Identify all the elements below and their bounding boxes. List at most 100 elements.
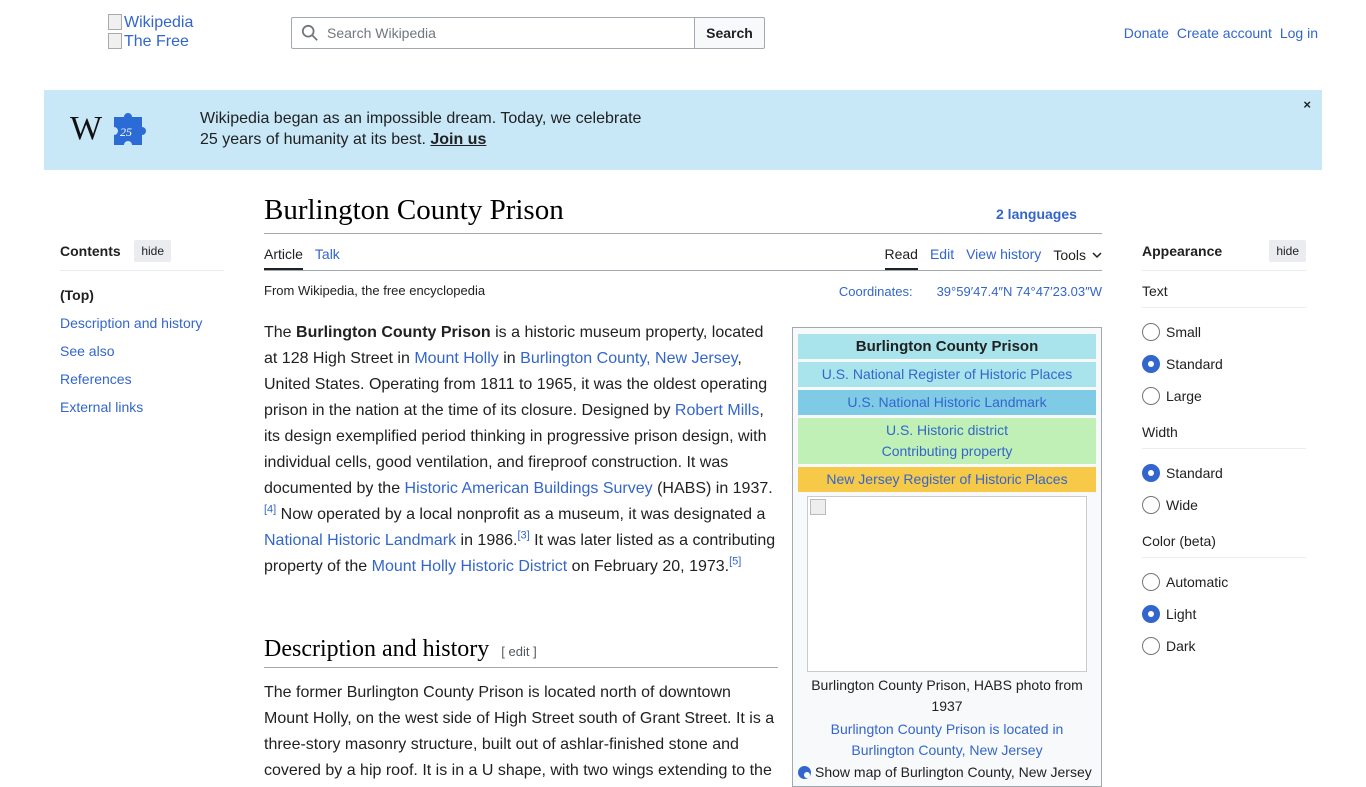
svg-text:W: W — [70, 110, 103, 147]
text: in — [498, 350, 521, 367]
radio[interactable] — [1142, 573, 1160, 591]
radio[interactable] — [1142, 464, 1160, 482]
page-title: Burlington County Prison — [264, 194, 564, 226]
link-robert-mills[interactable]: Robert Mills — [675, 402, 759, 419]
coordinates-label[interactable]: Coordinates: — [839, 284, 913, 299]
tabs-divider — [264, 270, 1102, 271]
link-nhl[interactable]: National Historic Landmark — [264, 532, 456, 549]
appearance-header: Appearance hide — [1142, 240, 1306, 271]
tools-menu[interactable]: Tools — [1053, 246, 1102, 270]
text-size-large[interactable]: Large — [1142, 380, 1306, 412]
appearance-title: Appearance — [1142, 243, 1223, 259]
infobox-nrhp-link[interactable]: U.S. National Register of Historic Place… — [798, 362, 1096, 387]
width-wide[interactable]: Wide — [1142, 489, 1306, 521]
citation-3[interactable]: [3] — [517, 530, 529, 542]
map-toggle[interactable]: Show map of Burlington County, New Jerse… — [798, 764, 1096, 780]
toc-item-top[interactable]: (Top) — [60, 281, 224, 309]
logo-tagline-alt: The Free — [108, 32, 218, 51]
search-placeholder: Search Wikipedia — [327, 25, 436, 41]
infobox-historic-district[interactable]: U.S. Historic district Contributing prop… — [798, 418, 1096, 464]
namespace-tabs: Article Talk — [264, 246, 340, 270]
text: on February 20, 1973. — [567, 558, 730, 575]
link-habs[interactable]: Historic American Buildings Survey — [405, 480, 653, 497]
join-us-link[interactable]: Join us — [430, 131, 486, 148]
link-mount-holly[interactable]: Mount Holly — [414, 350, 498, 367]
link-historic-district[interactable]: Mount Holly Historic District — [372, 558, 568, 575]
link-burlington-county[interactable]: Burlington County, New Jersey — [520, 350, 737, 367]
color-dark[interactable]: Dark — [1142, 630, 1306, 662]
wikipedia-25-logo: W 25 — [70, 110, 146, 147]
radio[interactable] — [1142, 355, 1160, 373]
coordinates-value[interactable]: 39°59′47.4″N 74°47′23.03″W — [937, 284, 1102, 299]
logo-tagline-text: The Free — [124, 33, 189, 50]
contributing-property-link[interactable]: Contributing property — [801, 441, 1093, 462]
text-size-group: Text Small Standard Large — [1142, 283, 1306, 412]
text: The — [264, 324, 297, 341]
citation-5[interactable]: [5] — [729, 556, 741, 568]
text-size-standard[interactable]: Standard — [1142, 348, 1306, 380]
wikipedia-logo[interactable]: Wikipedia The Free — [108, 13, 218, 53]
tab-view-history[interactable]: View history — [966, 246, 1041, 270]
svg-text:25: 25 — [120, 125, 132, 139]
infobox-locator-map[interactable]: Burlington County Prison is located in B… — [798, 719, 1096, 761]
option-label: Wide — [1166, 497, 1198, 513]
tab-edit[interactable]: Edit — [930, 246, 954, 270]
option-label: Dark — [1166, 638, 1196, 654]
view-tabs: Read Edit View history Tools — [884, 246, 1103, 270]
radio[interactable] — [1142, 637, 1160, 655]
appearance-hide-button[interactable]: hide — [1269, 240, 1306, 262]
languages-button[interactable]: 2 languages — [996, 206, 1077, 222]
toc-title: Contents — [60, 243, 121, 259]
text: Now operated by a local nonprofit as a m… — [276, 506, 766, 523]
infobox-photo[interactable] — [807, 496, 1087, 672]
map-radio[interactable] — [798, 765, 811, 779]
text: in 1986. — [456, 532, 518, 549]
banner-message: Wikipedia began as an impossible dream. … — [200, 108, 641, 150]
search-form: Search Wikipedia Search — [291, 17, 765, 49]
user-links: Donate Create account Log in — [1124, 25, 1318, 41]
tab-talk[interactable]: Talk — [315, 246, 340, 270]
infobox-nhl-link[interactable]: U.S. National Historic Landmark — [798, 390, 1096, 415]
title-divider — [264, 233, 1102, 234]
tab-article[interactable]: Article — [264, 246, 303, 270]
banner-line-2: 25 years of humanity at its best. Join u… — [200, 129, 641, 150]
toc-item-references[interactable]: References — [60, 371, 132, 387]
logo-alt-text: Wikipedia — [124, 14, 194, 31]
toc-item-see-also[interactable]: See also — [60, 343, 114, 359]
section-edit-link[interactable]: [ edit ] — [501, 644, 536, 659]
radio[interactable] — [1142, 323, 1160, 341]
infobox-nj-register-link[interactable]: New Jersey Register of Historic Places — [798, 467, 1096, 492]
width-standard[interactable]: Standard — [1142, 457, 1306, 489]
text-size-small[interactable]: Small — [1142, 316, 1306, 348]
color-group: Color (beta) Automatic Light Dark — [1142, 533, 1306, 662]
donate-link[interactable]: Donate — [1124, 25, 1169, 41]
text-size-label: Text — [1142, 283, 1306, 308]
create-account-link[interactable]: Create account — [1177, 25, 1272, 41]
color-label: Color (beta) — [1142, 533, 1306, 558]
broken-image-icon — [108, 14, 122, 30]
toc-hide-button[interactable]: hide — [134, 240, 171, 262]
search-input[interactable]: Search Wikipedia — [291, 17, 694, 49]
section-heading: Description and history [ edit ] — [264, 636, 778, 668]
infobox-caption: Burlington County Prison, HABS photo fro… — [811, 677, 1083, 714]
historic-district-link[interactable]: U.S. Historic district — [801, 420, 1093, 441]
color-automatic[interactable]: Automatic — [1142, 566, 1306, 598]
color-light[interactable]: Light — [1142, 598, 1306, 630]
toc-item-external-links[interactable]: External links — [60, 399, 143, 415]
search-button[interactable]: Search — [694, 17, 765, 49]
section-title: Description and history — [264, 636, 490, 662]
citation-4[interactable]: [4] — [264, 504, 276, 516]
option-label: Large — [1166, 388, 1202, 404]
toc-item-description[interactable]: Description and history — [60, 315, 202, 331]
radio[interactable] — [1142, 387, 1160, 405]
table-of-contents: Contents hide (Top) Description and hist… — [60, 240, 224, 421]
broken-image-icon — [108, 33, 122, 49]
chevron-down-icon — [1092, 251, 1102, 258]
log-in-link[interactable]: Log in — [1280, 25, 1318, 41]
radio[interactable] — [1142, 605, 1160, 623]
tab-read[interactable]: Read — [884, 246, 918, 270]
toc-list: (Top) Description and history See also R… — [60, 281, 224, 421]
lead-paragraph: The Burlington County Prison is a histor… — [264, 320, 778, 580]
radio[interactable] — [1142, 496, 1160, 514]
banner-close-button[interactable]: × — [1303, 97, 1311, 112]
